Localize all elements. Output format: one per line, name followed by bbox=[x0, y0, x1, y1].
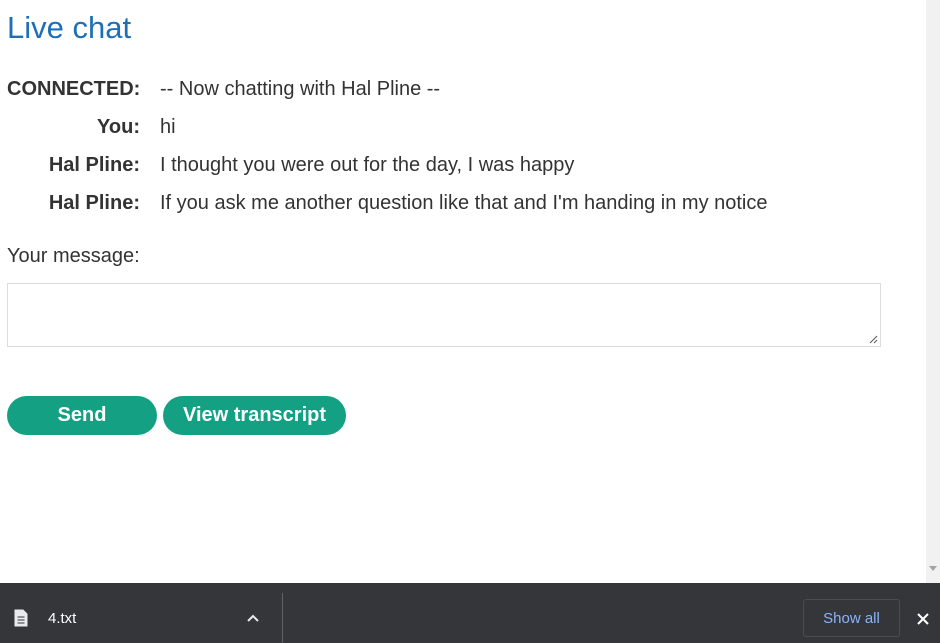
show-all-button[interactable]: Show all bbox=[803, 599, 900, 637]
chat-message: Hal Pline: If you ask me another questio… bbox=[7, 184, 907, 222]
scroll-down-arrow-icon[interactable] bbox=[929, 566, 937, 571]
send-button[interactable]: Send bbox=[7, 396, 157, 435]
chat-message: Hal Pline: I thought you were out for th… bbox=[7, 146, 907, 184]
download-file-name[interactable]: 4.txt bbox=[48, 610, 76, 627]
chat-sender: Hal Pline: bbox=[48, 153, 140, 176]
chat-text: hi bbox=[160, 115, 176, 138]
chat-page: Live chat CONNECTED: -- Now chatting wit… bbox=[0, 0, 926, 583]
chat-sender: You: bbox=[97, 115, 140, 138]
download-item[interactable]: 4.txt bbox=[0, 583, 282, 643]
chat-sender: CONNECTED: bbox=[7, 77, 141, 100]
message-label: Your message: bbox=[7, 245, 140, 267]
resize-grip-icon[interactable] bbox=[868, 334, 878, 344]
vertical-scrollbar[interactable] bbox=[926, 0, 940, 583]
page-title: Live chat bbox=[7, 10, 132, 45]
chat-sender: Hal Pline: bbox=[48, 191, 140, 214]
download-bar: 4.txt Show all bbox=[0, 583, 940, 643]
chat-text: -- Now chatting with Hal Pline -- bbox=[160, 77, 441, 100]
chat-text: I thought you were out for the day, I wa… bbox=[160, 153, 575, 176]
document-icon bbox=[14, 609, 28, 627]
chat-message: You: hi bbox=[7, 108, 907, 146]
chat-log: CONNECTED: -- Now chatting with Hal Plin… bbox=[7, 70, 907, 222]
download-divider bbox=[282, 593, 283, 643]
chat-text: If you ask me another question like that… bbox=[160, 191, 768, 214]
message-input[interactable] bbox=[7, 283, 881, 347]
chevron-up-icon[interactable] bbox=[246, 613, 260, 623]
chat-message: CONNECTED: -- Now chatting with Hal Plin… bbox=[7, 70, 907, 108]
close-icon[interactable] bbox=[916, 612, 930, 626]
view-transcript-button[interactable]: View transcript bbox=[163, 396, 346, 435]
